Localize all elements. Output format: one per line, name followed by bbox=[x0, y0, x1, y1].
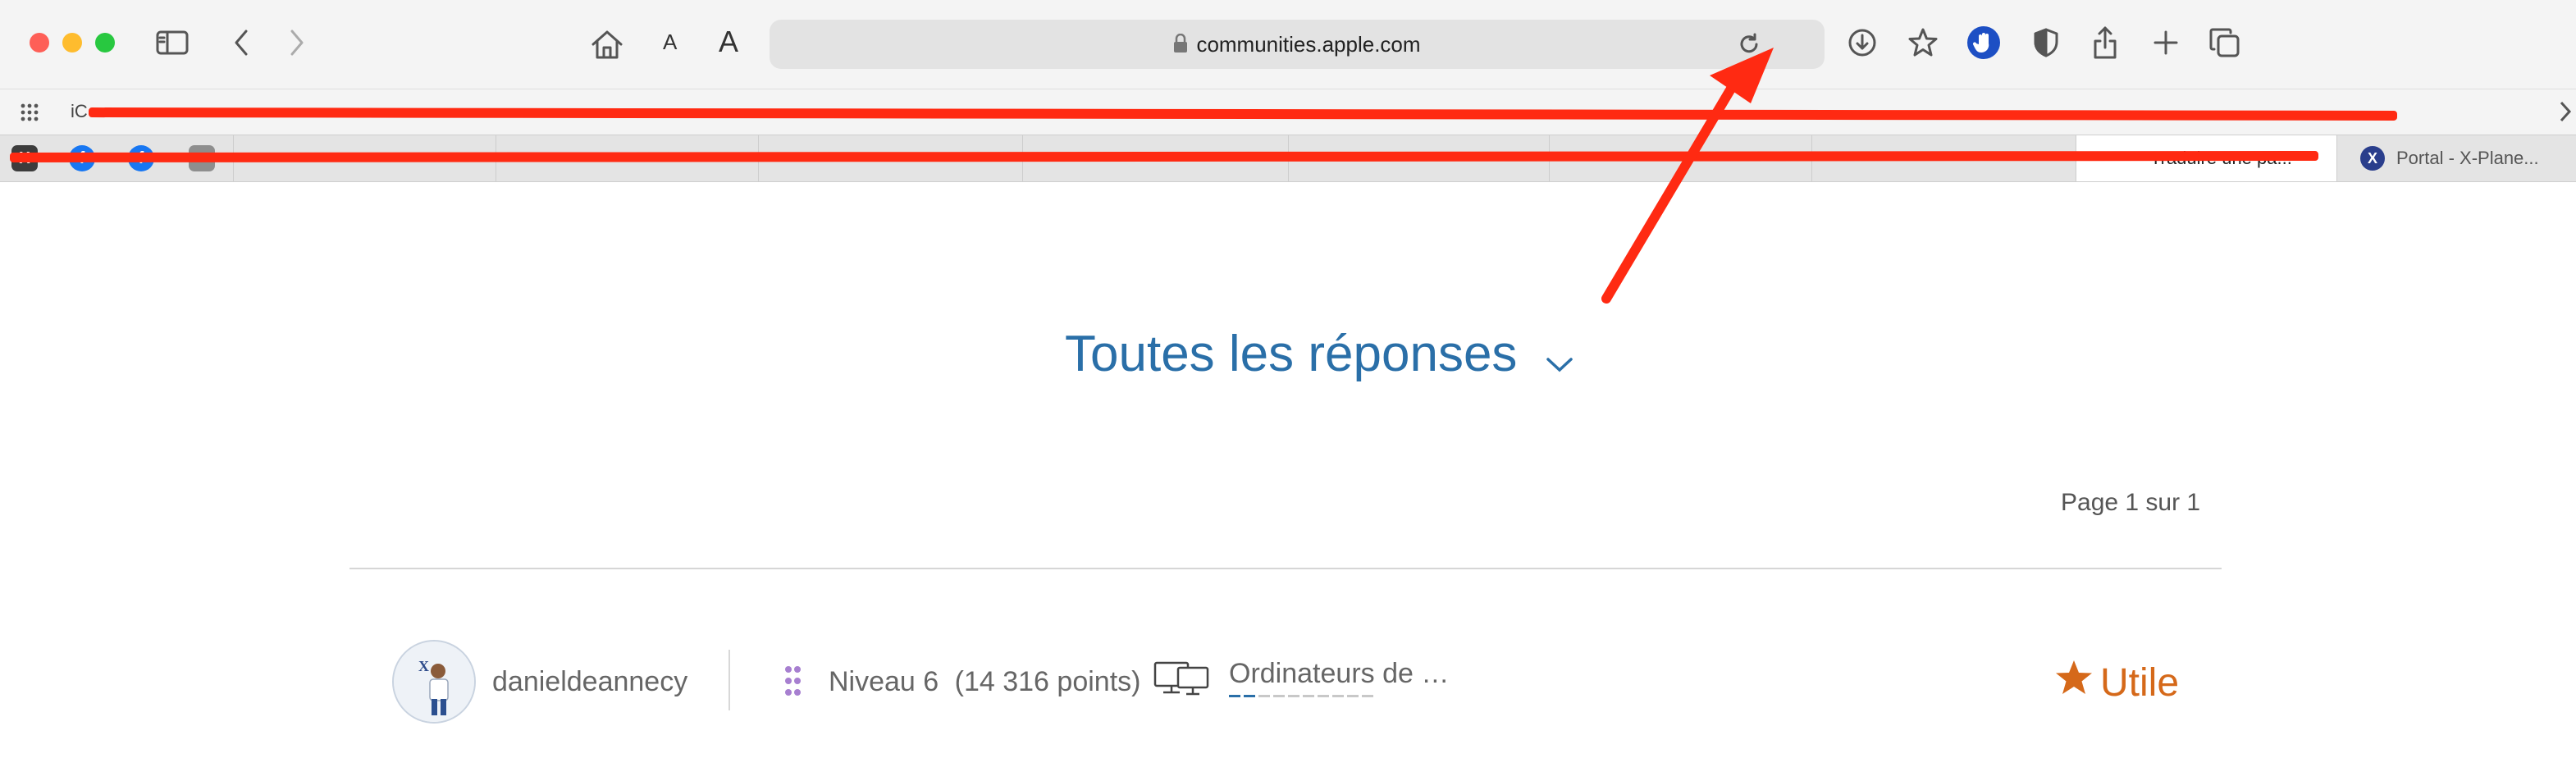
tab-overview-icon[interactable] bbox=[2207, 25, 2243, 61]
avatar[interactable]: X bbox=[392, 640, 476, 724]
page-indicator: Page 1 sur 1 bbox=[2061, 489, 2201, 516]
downloads-icon[interactable] bbox=[1844, 25, 1880, 61]
helpful-label: Utile bbox=[2100, 660, 2180, 705]
tab-bar: X f f Traduire une pa... X Portal - X-Pl… bbox=[0, 135, 2576, 182]
lock-icon bbox=[1173, 21, 1188, 71]
new-tab-icon[interactable] bbox=[2148, 25, 2184, 61]
grid-icon[interactable] bbox=[20, 101, 43, 128]
minimize-window-button[interactable] bbox=[62, 33, 82, 53]
divider bbox=[349, 568, 2222, 569]
redaction-line bbox=[9, 151, 2319, 162]
xplane-icon: X bbox=[2360, 146, 2385, 171]
home-icon[interactable] bbox=[587, 25, 627, 64]
bookmarks-bar: iC bbox=[0, 89, 2576, 135]
text-smaller-button[interactable]: A bbox=[663, 30, 677, 55]
sidebar-toggle-icon[interactable] bbox=[154, 25, 190, 61]
author-username[interactable]: danieldeannecy bbox=[492, 666, 687, 698]
author-level: Niveau 6 (14 316 points) bbox=[829, 666, 1140, 698]
all-replies-label: Toutes les réponses bbox=[1065, 326, 1518, 382]
author-device[interactable]: Ordinateurs de … bbox=[1229, 658, 1449, 697]
separator bbox=[728, 650, 730, 710]
hand-blocker-icon[interactable] bbox=[1967, 26, 2000, 59]
points-label: (14 316 points) bbox=[954, 666, 1141, 697]
redaction-line bbox=[88, 107, 2398, 121]
level-dots-icon bbox=[784, 664, 802, 701]
chevron-down-icon bbox=[1545, 328, 1574, 386]
chevron-right-icon[interactable] bbox=[2558, 99, 2573, 128]
shield-icon[interactable] bbox=[2028, 25, 2064, 61]
forward-icon[interactable] bbox=[281, 25, 313, 61]
address-url: communities.apple.com bbox=[1196, 32, 1421, 57]
browser-toolbar: A A communities.apple.com bbox=[0, 0, 2576, 89]
level-label: Niveau 6 bbox=[829, 666, 939, 697]
all-replies-toggle[interactable]: Toutes les réponses bbox=[1065, 325, 1574, 386]
share-icon[interactable] bbox=[2087, 23, 2123, 62]
bookmark-item[interactable]: iC bbox=[71, 101, 88, 122]
device-label: Ordinateurs de … bbox=[1229, 658, 1450, 689]
tab-label: Portal - X-Plane... bbox=[2396, 148, 2539, 168]
close-window-button[interactable] bbox=[30, 33, 49, 53]
tab-xplane-portal[interactable]: X Portal - X-Plane... bbox=[2336, 135, 2576, 181]
helpful-button[interactable]: Utile bbox=[2054, 658, 2179, 707]
annotation-arrow bbox=[1601, 48, 1774, 304]
zoom-window-button[interactable] bbox=[95, 33, 115, 53]
computer-icon bbox=[1153, 660, 1211, 706]
star-icon bbox=[2054, 658, 2094, 707]
device-progress bbox=[1229, 695, 1449, 697]
bookmark-star-icon[interactable] bbox=[1905, 25, 1941, 61]
svg-text:X: X bbox=[418, 658, 429, 674]
text-larger-button[interactable]: A bbox=[719, 25, 738, 59]
back-icon[interactable] bbox=[225, 25, 258, 61]
